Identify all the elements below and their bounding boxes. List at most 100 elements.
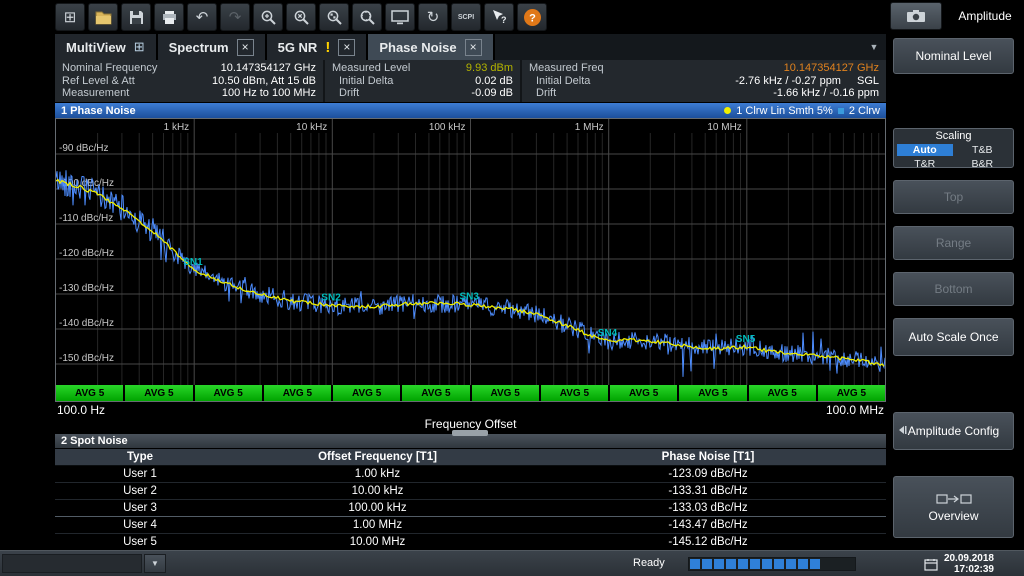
info-column-2: Measured Level9.93 dBmInitial Delta0.02 … bbox=[323, 60, 520, 102]
y-tick-label: -110 dBc/Hz bbox=[59, 213, 113, 224]
open-file-icon[interactable] bbox=[88, 3, 118, 31]
softkey-sidebar: Amplitude Nominal Level Scaling Auto T&B… bbox=[886, 0, 1024, 550]
scaling-option-auto[interactable]: Auto bbox=[897, 144, 953, 156]
multiple-zoom-icon[interactable] bbox=[319, 3, 349, 31]
trace1-legend-label: 1 Clrw Lin Smth 5% bbox=[736, 105, 833, 117]
tab-spectrum[interactable]: Spectrum× bbox=[158, 34, 267, 60]
info-row: Drift-1.66 kHz / -0.16 ppm bbox=[529, 87, 879, 99]
help-icon[interactable]: ? bbox=[517, 3, 547, 31]
warning-icon: ! bbox=[325, 39, 330, 56]
zoom-icon[interactable] bbox=[253, 3, 283, 31]
nominal-level-button[interactable]: Nominal Level bbox=[893, 38, 1014, 74]
tab-phase-noise[interactable]: Phase Noise× bbox=[368, 34, 494, 60]
table-row[interactable]: User 510.00 MHz-145.12 dBc/Hz bbox=[55, 534, 886, 551]
save-icon[interactable] bbox=[121, 3, 151, 31]
tab-phase-noise-close-icon[interactable]: × bbox=[465, 39, 482, 56]
zoom-off-icon[interactable] bbox=[286, 3, 316, 31]
hardcopy-display-icon[interactable] bbox=[385, 3, 415, 31]
x-tick-label: 100 kHz bbox=[429, 122, 466, 133]
marker-SN5: SN5 bbox=[736, 334, 756, 345]
avg-count-segment: AVG 5 bbox=[749, 385, 816, 401]
avg-count-segment: AVG 5 bbox=[818, 385, 885, 401]
tab-overflow-icon[interactable]: ▼ bbox=[862, 34, 886, 60]
y-tick-label: -150 dBc/Hz bbox=[59, 353, 114, 364]
trace2-marker-icon bbox=[838, 108, 844, 114]
table-cell: 1.00 MHz bbox=[225, 519, 530, 531]
status-dropdown-button[interactable]: ▼ bbox=[144, 554, 166, 573]
table-header-row: Type Offset Frequency [T1] Phase Noise [… bbox=[55, 449, 886, 466]
frequency-range-row: 100.0 Hz 100.0 MHz bbox=[55, 403, 886, 417]
amplitude-config-label: Amplitude Config bbox=[908, 424, 999, 438]
bottom-label: Bottom bbox=[934, 282, 972, 296]
tab-label: 5G NR bbox=[278, 40, 318, 55]
table-cell: User 1 bbox=[55, 468, 225, 480]
print-icon[interactable] bbox=[154, 3, 184, 31]
scaling-option-br[interactable]: B&R bbox=[955, 158, 1011, 170]
progress-segment bbox=[702, 559, 712, 569]
progress-segment bbox=[810, 559, 820, 569]
progress-segment bbox=[786, 559, 796, 569]
table-row[interactable]: User 3100.00 kHz-133.03 dBc/Hz bbox=[55, 500, 886, 517]
undo-icon[interactable]: ↶ bbox=[187, 3, 217, 31]
measurement-info-bar: Nominal Frequency10.147354127 GHzRef Lev… bbox=[55, 60, 886, 102]
scaling-label: Scaling bbox=[894, 129, 1013, 143]
info-value: 0.02 dB bbox=[475, 75, 513, 87]
zoom-select-icon[interactable] bbox=[352, 3, 382, 31]
info-row: Measured Level 9.93 dBm bbox=[332, 62, 513, 74]
table-cell: -133.31 dBc/Hz bbox=[530, 485, 886, 497]
tab-multiview[interactable]: MultiView⊞ bbox=[55, 34, 158, 60]
table-cell: 10.00 kHz bbox=[225, 485, 530, 497]
auto-scale-once-button[interactable]: Auto Scale Once bbox=[893, 318, 1014, 356]
top-button[interactable]: Top bbox=[893, 180, 1014, 214]
tab-5g-nr[interactable]: 5G NR! × bbox=[267, 34, 369, 60]
info-label: Nominal Frequency bbox=[62, 62, 157, 74]
info-label: Measured Freq bbox=[529, 62, 604, 74]
range-button[interactable]: Range bbox=[893, 226, 1014, 260]
progress-segment bbox=[822, 559, 832, 569]
table-cell: -145.12 dBc/Hz bbox=[530, 536, 886, 548]
column-header-phase-noise: Phase Noise [T1] bbox=[530, 451, 886, 463]
status-message-field bbox=[2, 554, 142, 573]
scpi-recorder-icon[interactable]: SCPI bbox=[451, 3, 481, 31]
redo-icon[interactable]: ↷ bbox=[220, 3, 250, 31]
phase-noise-diagram[interactable]: 1 kHz10 kHz100 kHz1 MHz10 MHz-90 dBc/Hz-… bbox=[55, 118, 886, 402]
preset-icon[interactable]: ↻ bbox=[418, 3, 448, 31]
table-cell: -123.09 dBc/Hz bbox=[530, 468, 886, 480]
info-row: Drift-0.09 dB bbox=[332, 87, 513, 99]
info-value: 100 Hz to 100 MHz bbox=[222, 87, 316, 99]
info-row: Measured Freq10.147354127 GHz bbox=[529, 62, 879, 74]
info-label: Measured Level bbox=[332, 62, 410, 74]
status-bar: ▼ Ready 20.09.2018 17:02:39 bbox=[0, 550, 1024, 576]
stop-offset-label: 100.0 MHz bbox=[826, 403, 884, 417]
info-row: Initial Delta-2.76 kHz / -0.27 ppmSGL bbox=[529, 75, 879, 87]
progress-segment bbox=[762, 559, 772, 569]
y-tick-label: -90 dBc/Hz bbox=[59, 143, 108, 154]
tab-spectrum-close-icon[interactable]: × bbox=[237, 39, 254, 56]
info-value: 9.93 dBm bbox=[466, 62, 513, 74]
avg-count-segment: AVG 5 bbox=[333, 385, 400, 401]
scaling-option-tr[interactable]: T&R bbox=[897, 158, 953, 170]
single-sweep-badge: SGL bbox=[857, 75, 879, 87]
amplitude-config-button[interactable]: Amplitude Config bbox=[893, 412, 1014, 450]
x-tick-label: 10 kHz bbox=[296, 122, 327, 133]
progress-segment bbox=[834, 559, 844, 569]
context-help-icon[interactable]: ? bbox=[484, 3, 514, 31]
overview-button[interactable]: Overview bbox=[893, 476, 1014, 538]
svg-text:?: ? bbox=[529, 12, 536, 24]
panel-splitter-handle[interactable] bbox=[452, 430, 488, 436]
screenshot-camera-button[interactable] bbox=[890, 2, 942, 30]
info-row: Ref Level & Att10.50 dBm, Att 15 dB bbox=[62, 75, 316, 87]
channel-tab-bar: MultiView⊞Spectrum×5G NR!×Phase Noise×▼ bbox=[55, 34, 886, 60]
table-row[interactable]: User 41.00 MHz-143.47 dBc/Hz bbox=[55, 517, 886, 534]
tab-5g-nr-close-icon[interactable]: × bbox=[338, 39, 355, 56]
scaling-option-tb[interactable]: T&B bbox=[955, 144, 1011, 156]
overview-label: Overview bbox=[928, 509, 978, 523]
table-row[interactable]: User 11.00 kHz-123.09 dBc/Hz bbox=[55, 466, 886, 483]
bottom-button[interactable]: Bottom bbox=[893, 272, 1014, 306]
column-header-offset-frequency: Offset Frequency [T1] bbox=[225, 451, 530, 463]
table-row[interactable]: User 210.00 kHz-133.31 dBc/Hz bbox=[55, 483, 886, 500]
table-cell: 1.00 kHz bbox=[225, 468, 530, 480]
info-label: Drift bbox=[529, 87, 556, 99]
softkey-menu-title: Amplitude bbox=[950, 9, 1020, 23]
split-screen-icon[interactable]: ⊞ bbox=[55, 3, 85, 31]
